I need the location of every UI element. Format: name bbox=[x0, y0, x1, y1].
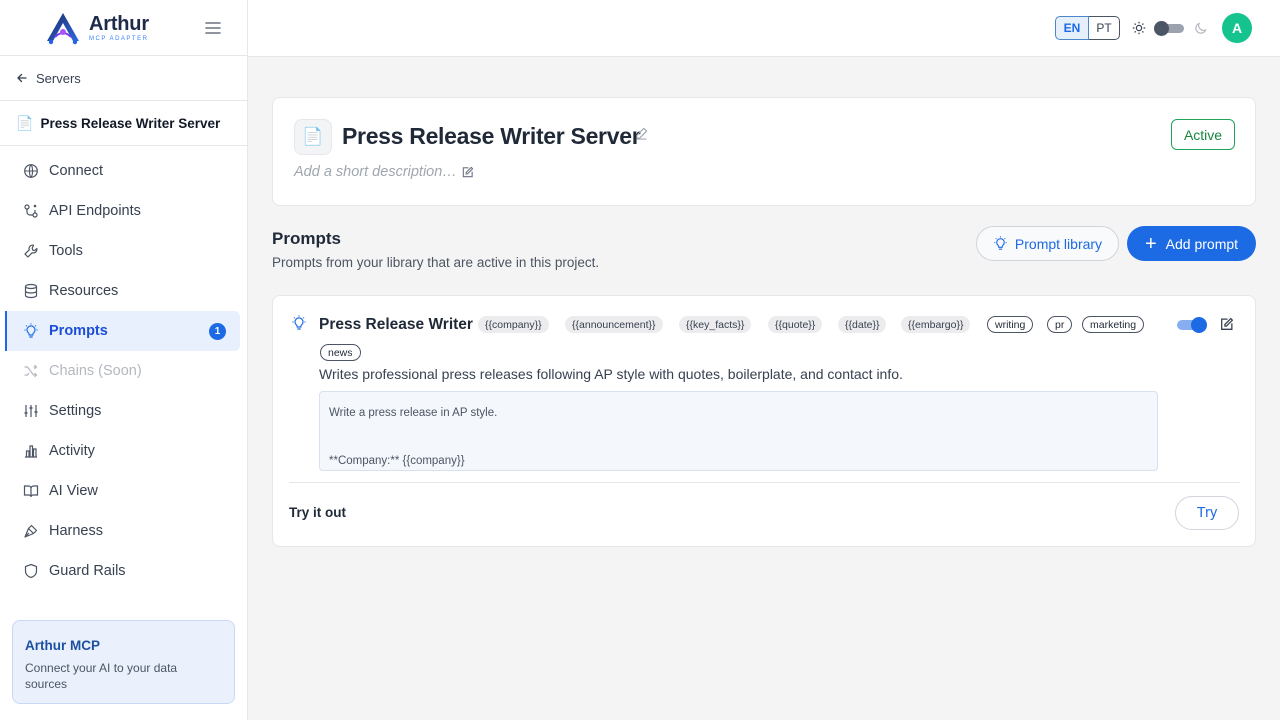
lightbulb-icon bbox=[292, 315, 306, 330]
brand-subtitle: MCP ADAPTER bbox=[89, 35, 149, 42]
prompt-library-button[interactable]: Prompt library bbox=[976, 226, 1119, 261]
keyword-tag: news bbox=[320, 344, 361, 361]
sidebar-item-ai-view[interactable]: AI View bbox=[0, 471, 240, 511]
prompt-library-label: Prompt library bbox=[1014, 235, 1103, 252]
sun-icon bbox=[1132, 21, 1146, 35]
bar-chart-icon bbox=[25, 445, 37, 458]
page-title: Press Release Writer Server bbox=[342, 123, 641, 149]
pen-tool-icon bbox=[24, 524, 38, 538]
divider bbox=[289, 482, 1240, 483]
language-en-button[interactable]: EN bbox=[1055, 16, 1089, 40]
try-it-out-label: Try it out bbox=[289, 505, 346, 520]
description-placeholder[interactable]: Add a short description… bbox=[294, 164, 457, 180]
brand-text: Arthur MCP ADAPTER bbox=[89, 14, 149, 42]
current-server-name: Press Release Writer Server bbox=[40, 115, 221, 131]
prompt-body-preview: Write a press release in AP style. **Com… bbox=[319, 391, 1158, 471]
theme-toggle[interactable] bbox=[1154, 21, 1184, 36]
api-icon bbox=[24, 204, 38, 218]
edit-title-icon[interactable] bbox=[635, 127, 648, 140]
edit-description-icon[interactable] bbox=[461, 166, 474, 179]
try-button[interactable]: Try bbox=[1175, 496, 1239, 530]
sidebar-item-label: Guard Rails bbox=[49, 563, 126, 579]
keyword-tag: writing bbox=[987, 316, 1034, 333]
shield-icon bbox=[24, 563, 38, 579]
variable-tag: {{quote}} bbox=[768, 316, 823, 333]
keyword-tag: pr bbox=[1047, 316, 1073, 333]
wrench-icon bbox=[24, 244, 38, 258]
add-prompt-label: Add prompt bbox=[1165, 235, 1239, 252]
theme-toggle-knob bbox=[1154, 21, 1169, 36]
user-avatar[interactable]: A bbox=[1222, 13, 1252, 43]
sidebar-item-label: AI View bbox=[49, 483, 98, 499]
sidebar-item-label: Settings bbox=[49, 403, 102, 419]
variable-tag: {{key_facts}} bbox=[679, 316, 752, 333]
lightbulb-icon bbox=[994, 236, 1007, 250]
back-label: Servers bbox=[36, 70, 81, 86]
sidebar-item-connect[interactable]: Connect bbox=[0, 151, 240, 191]
moon-icon bbox=[1195, 22, 1207, 34]
sidebar-nav: Connect API Endpoints Tools Resources Pr… bbox=[0, 146, 247, 591]
prompt-body-line: Write a press release in AP style. bbox=[329, 407, 498, 419]
sidebar-item-label: Connect bbox=[49, 163, 104, 179]
sidebar-item-label: Tools bbox=[49, 243, 83, 259]
variable-tag: {{embargo}} bbox=[901, 316, 971, 333]
hamburger-menu-icon[interactable] bbox=[203, 19, 223, 37]
plus-icon: + bbox=[1144, 232, 1157, 255]
document-icon: 📄 bbox=[294, 119, 332, 155]
lightbulb-icon bbox=[24, 323, 38, 338]
prompt-card: Press Release Writer {{company}} {{annou… bbox=[272, 295, 1256, 547]
book-icon bbox=[23, 485, 39, 498]
sidebar-item-activity[interactable]: Activity bbox=[0, 431, 240, 471]
sliders-icon bbox=[24, 405, 38, 417]
keyword-tag: marketing bbox=[1082, 316, 1145, 333]
prompt-toggle-knob bbox=[1191, 317, 1207, 333]
prompt-name: Press Release Writer bbox=[319, 316, 473, 333]
sidebar-item-harness[interactable]: Harness bbox=[0, 511, 240, 551]
sidebar-item-chains: Chains (Soon) bbox=[0, 351, 240, 391]
sidebar-item-label: Activity bbox=[49, 443, 95, 459]
edit-prompt-icon[interactable] bbox=[1219, 317, 1234, 332]
promo-text: Connect your AI to your data sources bbox=[25, 661, 178, 691]
sidebar-item-tools[interactable]: Tools bbox=[0, 231, 240, 271]
brand-name: Arthur bbox=[89, 12, 149, 35]
globe-icon bbox=[24, 164, 38, 178]
section-subtitle: Prompts from your library that are activ… bbox=[272, 255, 600, 270]
sidebar-item-label: Prompts bbox=[49, 323, 108, 339]
promo-title: Arthur MCP bbox=[25, 638, 100, 653]
database-icon bbox=[24, 283, 38, 299]
sidebar-item-api-endpoints[interactable]: API Endpoints bbox=[0, 191, 240, 231]
shuffle-icon bbox=[24, 364, 38, 378]
prompt-body-line: **Company:** {{company}} bbox=[329, 455, 465, 467]
sidebar-item-settings[interactable]: Settings bbox=[0, 391, 240, 431]
language-pt-button[interactable]: PT bbox=[1089, 16, 1120, 40]
back-to-servers-link[interactable]: Servers bbox=[0, 56, 247, 101]
brand-header: Arthur MCP ADAPTER bbox=[0, 0, 247, 56]
sidebar-item-label: Resources bbox=[49, 283, 119, 299]
sidebar-item-resources[interactable]: Resources bbox=[0, 271, 240, 311]
sidebar-item-label: Chains (Soon) bbox=[49, 363, 142, 379]
sidebar-item-prompts[interactable]: Prompts 1 bbox=[5, 311, 240, 351]
variable-tag: {{announcement}} bbox=[565, 316, 663, 333]
prompt-enabled-toggle[interactable] bbox=[1177, 317, 1207, 333]
prompts-count-badge: 1 bbox=[209, 323, 226, 340]
server-header-card: 📄 Press Release Writer Server Add a shor… bbox=[272, 97, 1256, 206]
current-server: 📄 Press Release Writer Server bbox=[0, 101, 247, 146]
variable-tag: {{company}} bbox=[478, 316, 549, 333]
status-badge: Active bbox=[1171, 119, 1235, 150]
sidebar-item-guard-rails[interactable]: Guard Rails bbox=[0, 551, 240, 591]
promo-card: Arthur MCP Connect your AI to your data … bbox=[12, 620, 235, 704]
section-title: Prompts bbox=[272, 229, 341, 248]
arthur-logo-icon bbox=[47, 12, 79, 44]
sidebar-item-label: API Endpoints bbox=[49, 203, 141, 219]
sidebar: Arthur MCP ADAPTER Servers 📄 Press Relea… bbox=[0, 0, 248, 720]
add-prompt-button[interactable]: + Add prompt bbox=[1127, 226, 1256, 261]
top-bar: EN PT A bbox=[248, 0, 1280, 57]
arrow-left-icon bbox=[17, 73, 27, 83]
variable-tag: {{date}} bbox=[838, 316, 887, 333]
prompt-description: Writes professional press releases follo… bbox=[319, 366, 903, 382]
document-icon: 📄 bbox=[16, 114, 34, 131]
sidebar-item-label: Harness bbox=[49, 523, 103, 539]
